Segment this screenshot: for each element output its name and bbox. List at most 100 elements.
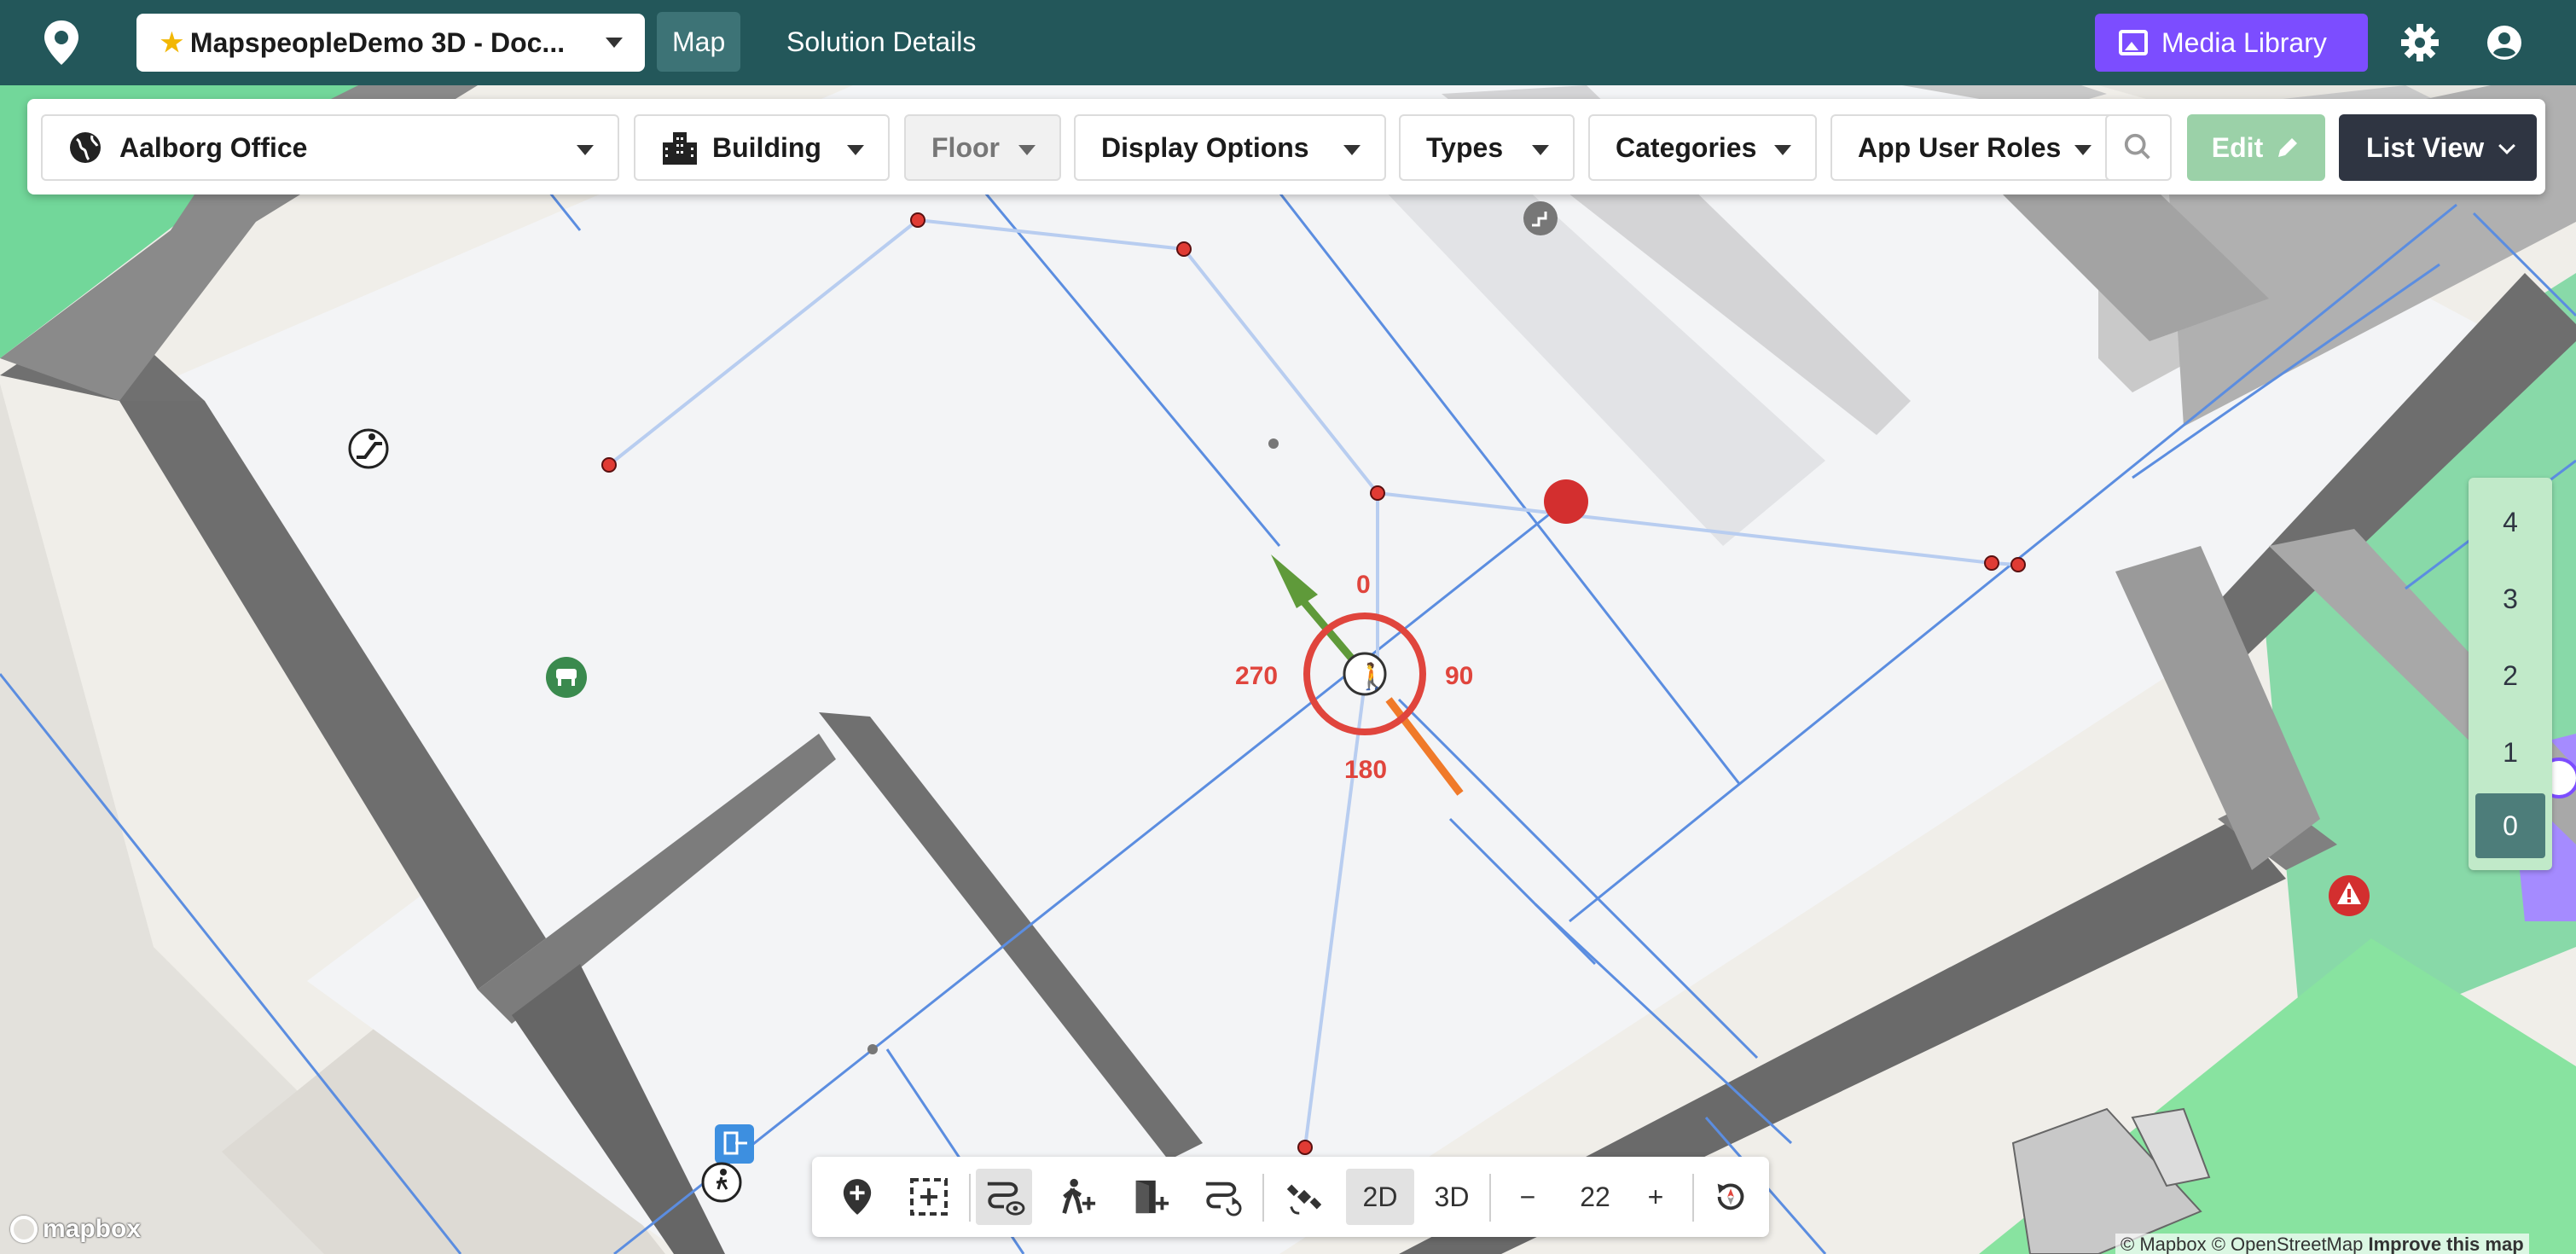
chevron-down-icon (1343, 145, 1361, 155)
route-refresh-button[interactable] (1194, 1169, 1250, 1225)
compass-south-label: 180 (1344, 756, 1387, 784)
floor-label-2: 2 (2503, 659, 2518, 691)
chevron-down-icon (2074, 145, 2092, 155)
compass-reset-icon (1717, 1183, 1744, 1210)
escalator-icon[interactable] (348, 428, 389, 469)
seating-icon[interactable] (546, 657, 587, 698)
divider (1262, 1174, 1264, 1222)
chevron-down-icon (606, 38, 623, 48)
mode-3d-label: 3D (1434, 1181, 1470, 1212)
solution-name: MapspeopleDemo 3D - Doc... (189, 26, 566, 58)
chevron-down-icon (577, 145, 594, 155)
media-library-label: Media Library (2161, 26, 2327, 58)
mode-2d-button[interactable]: 2D (1346, 1169, 1414, 1225)
mapbox-logo[interactable]: mapbox (10, 1215, 141, 1244)
satellite-toggle-button[interactable] (1276, 1169, 1332, 1225)
zoom-in-button[interactable]: + (1627, 1169, 1684, 1225)
chevron-down-icon (847, 145, 864, 155)
divider (1489, 1174, 1491, 1222)
solution-selector[interactable]: ★ MapspeopleDemo 3D - Doc... (136, 14, 645, 72)
search-icon (2124, 133, 2150, 160)
floor-label-1: 1 (2503, 736, 2518, 768)
mapbox-attribution-link[interactable]: © Mapbox (2121, 1234, 2207, 1254)
list-view-label: List View (2366, 131, 2485, 163)
search-button[interactable] (2105, 114, 2172, 181)
pedestrian-add-icon (1062, 1178, 1096, 1214)
floor-selector-panel: 4 3 2 1 0 (2469, 478, 2552, 870)
chevron-down-icon (1018, 145, 1036, 155)
add-door-button[interactable] (1123, 1169, 1179, 1225)
globe-icon (70, 132, 101, 163)
add-area-button[interactable] (901, 1169, 957, 1225)
pedestrian-icon[interactable] (701, 1162, 742, 1203)
image-icon (2119, 30, 2148, 55)
list-view-button[interactable]: List View (2339, 114, 2537, 181)
route-sync-icon (1205, 1181, 1242, 1216)
app-user-roles-dropdown[interactable]: App User Roles (1830, 114, 2117, 181)
building-selector[interactable]: Building (634, 114, 890, 181)
mapbox-logo-icon (10, 1216, 38, 1243)
select-area-icon (910, 1178, 948, 1216)
zoom-out-button[interactable]: − (1500, 1169, 1556, 1225)
display-options-dropdown[interactable]: Display Options (1074, 114, 1386, 181)
satellite-icon (1286, 1184, 1322, 1215)
tab-map[interactable]: Map (657, 12, 741, 72)
gear-icon[interactable] (2401, 24, 2439, 61)
zoom-level: 22 (1580, 1181, 1610, 1212)
building-icon (663, 132, 697, 165)
warning-icon[interactable] (2329, 875, 2370, 916)
divider (969, 1174, 971, 1222)
edit-button[interactable]: Edit (2187, 114, 2325, 181)
exit-icon[interactable] (715, 1124, 754, 1164)
chevron-down-icon (2498, 137, 2515, 154)
edit-label: Edit (2211, 131, 2264, 163)
building-label: Building (712, 131, 821, 163)
mode-3d-button[interactable]: 3D (1418, 1169, 1486, 1225)
map-editor-app: { "nav": { "solution_name": "MapspeopleD… (0, 0, 2576, 1254)
venue-selector[interactable]: Aalborg Office (41, 114, 619, 181)
categories-dropdown[interactable]: Categories (1588, 114, 1817, 181)
pencil-icon (2278, 138, 2298, 157)
mapbox-logo-text: mapbox (43, 1215, 142, 1243)
floor-button-3[interactable]: 3 (2475, 566, 2545, 631)
floor-button-2[interactable]: 2 (2475, 643, 2545, 708)
compass-west-label: 270 (1235, 662, 1278, 690)
media-library-button[interactable]: Media Library (2095, 14, 2368, 72)
mapsindoors-logo-icon[interactable] (43, 19, 80, 67)
mode-2d-label: 2D (1362, 1181, 1398, 1212)
add-pedestrian-route-button[interactable] (1049, 1169, 1105, 1225)
categories-label: Categories (1616, 131, 1757, 163)
compass-north-label: 0 (1356, 571, 1371, 599)
floor-label-0: 0 (2503, 810, 2518, 841)
route-visibility-button[interactable] (976, 1169, 1032, 1225)
tab-map-label: Map (672, 26, 726, 57)
top-navigation: ★ MapspeopleDemo 3D - Doc... Map Solutio… (0, 0, 2576, 85)
stairs-icon[interactable] (1523, 201, 1558, 235)
add-location-icon (843, 1179, 872, 1215)
floor-label-4: 4 (2503, 506, 2518, 537)
user-account-icon[interactable] (2486, 24, 2523, 61)
star-icon: ★ (160, 28, 183, 57)
map-tools-bar: 2D 3D − 22 + (812, 1157, 1769, 1237)
floor-button-4[interactable]: 4 (2475, 490, 2545, 554)
compass-east-label: 90 (1445, 662, 1473, 690)
types-dropdown[interactable]: Types (1399, 114, 1575, 181)
floor-button-1[interactable]: 1 (2475, 720, 2545, 785)
tab-solution-details[interactable]: Solution Details (771, 12, 991, 72)
osm-attribution-link[interactable]: © OpenStreetMap (2212, 1234, 2364, 1254)
floor-selector[interactable]: Floor (904, 114, 1061, 181)
add-location-button[interactable] (829, 1169, 885, 1225)
chevron-down-icon (1532, 145, 1549, 155)
floor-label: Floor (931, 131, 1000, 163)
map-toolbar: Aalborg Office Building Floor Display Op… (27, 99, 2545, 194)
improve-map-link[interactable]: Improve this map (2368, 1234, 2523, 1254)
zoom-in-label: + (1647, 1181, 1664, 1212)
svg-text:🚶: 🚶 (1356, 661, 1388, 692)
divider (1692, 1174, 1694, 1222)
zoom-out-label: − (1519, 1181, 1536, 1212)
venue-label: Aalborg Office (119, 131, 308, 163)
floor-button-0[interactable]: 0 (2475, 793, 2545, 858)
door-add-icon (1135, 1180, 1169, 1214)
display-options-label: Display Options (1101, 131, 1309, 163)
reset-bearing-button[interactable] (1703, 1169, 1759, 1225)
